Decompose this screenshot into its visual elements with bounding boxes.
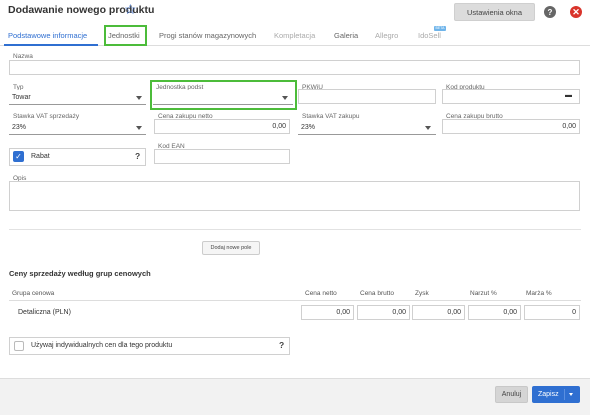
column-header: Zysk — [415, 290, 429, 297]
tab-gallery[interactable]: Galeria — [334, 31, 358, 40]
add-field-button[interactable]: Dodaj nowe pole — [202, 241, 260, 255]
tab-bundling[interactable]: Kompletacja — [274, 31, 315, 40]
individual-prices-label: Używaj indywidualnych cen dla tego produ… — [31, 342, 173, 349]
ean-input[interactable] — [154, 149, 290, 164]
unit-highlight-box — [150, 80, 297, 110]
chevron-down-icon — [136, 96, 142, 100]
name-input[interactable] — [9, 60, 580, 75]
profit-input[interactable]: 0,00 — [412, 305, 465, 320]
cancel-button[interactable]: Anuluj — [495, 386, 528, 403]
help-icon[interactable]: ? — [135, 151, 140, 161]
column-header: Narzut % — [470, 290, 497, 297]
column-header: Marża % — [526, 290, 552, 297]
close-icon[interactable]: ✕ — [570, 6, 582, 18]
chevron-down-icon — [136, 126, 142, 130]
tab-highlight-box — [104, 25, 147, 46]
description-textarea[interactable] — [9, 181, 580, 211]
name-label: Nazwa — [13, 53, 33, 60]
pkwiu-input[interactable] — [298, 89, 436, 104]
save-button[interactable]: Zapisz — [532, 386, 580, 403]
check-icon[interactable]: ✓ — [13, 151, 24, 162]
type-select[interactable]: Towar — [9, 90, 146, 105]
sales-vat-select[interactable]: 23% — [9, 120, 146, 135]
save-button-label: Zapisz — [538, 391, 559, 398]
purchase-net-input[interactable]: 0,00 — [154, 119, 290, 134]
discount-box[interactable] — [9, 148, 146, 166]
purchase-vat-label: Stawka VAT zakupu — [302, 113, 360, 120]
product-code-input[interactable] — [442, 89, 580, 104]
purchase-gross-input[interactable]: 0,00 — [442, 119, 580, 134]
folder-icon[interactable]: ▬ — [565, 92, 572, 99]
sales-vat-label: Stawka VAT sprzedaży — [13, 113, 80, 120]
column-header: Cena netto — [305, 290, 337, 297]
help-icon[interactable]: ? — [279, 340, 284, 350]
price-net-input[interactable]: 0,00 — [301, 305, 354, 320]
markup-input[interactable]: 0,00 — [468, 305, 521, 320]
margin-input[interactable]: 0 — [524, 305, 580, 320]
price-group-name: Detaliczna (PLN) — [18, 309, 71, 316]
purchase-vat-select[interactable]: 23% — [298, 120, 436, 135]
help-icon[interactable]: ? — [544, 6, 556, 18]
divider — [9, 229, 581, 230]
beta-badge: BETA — [434, 26, 446, 31]
chevron-down-icon — [425, 126, 431, 130]
tab-stock-thresholds[interactable]: Progi stanów magazynowych — [159, 31, 256, 40]
active-tab-indicator — [4, 44, 98, 46]
window-settings-button[interactable]: Ustawienia okna — [454, 3, 535, 21]
tab-basic-info[interactable]: Podstawowe informacje — [8, 31, 87, 40]
individual-prices-checkbox[interactable] — [14, 341, 24, 351]
discount-label: Rabat — [31, 153, 50, 160]
tab-idosell[interactable]: IdoSell — [418, 31, 441, 40]
price-gross-input[interactable]: 0,00 — [357, 305, 410, 320]
star-icon[interactable]: ☆ — [124, 1, 137, 18]
tab-allegro[interactable]: Allegro — [375, 31, 398, 40]
prices-section-title: Ceny sprzedaży według grup cenowych — [9, 269, 151, 278]
chevron-down-icon[interactable] — [569, 393, 573, 396]
column-header: Grupa cenowa — [12, 290, 55, 297]
split-divider — [564, 389, 565, 400]
column-header: Cena brutto — [360, 290, 394, 297]
